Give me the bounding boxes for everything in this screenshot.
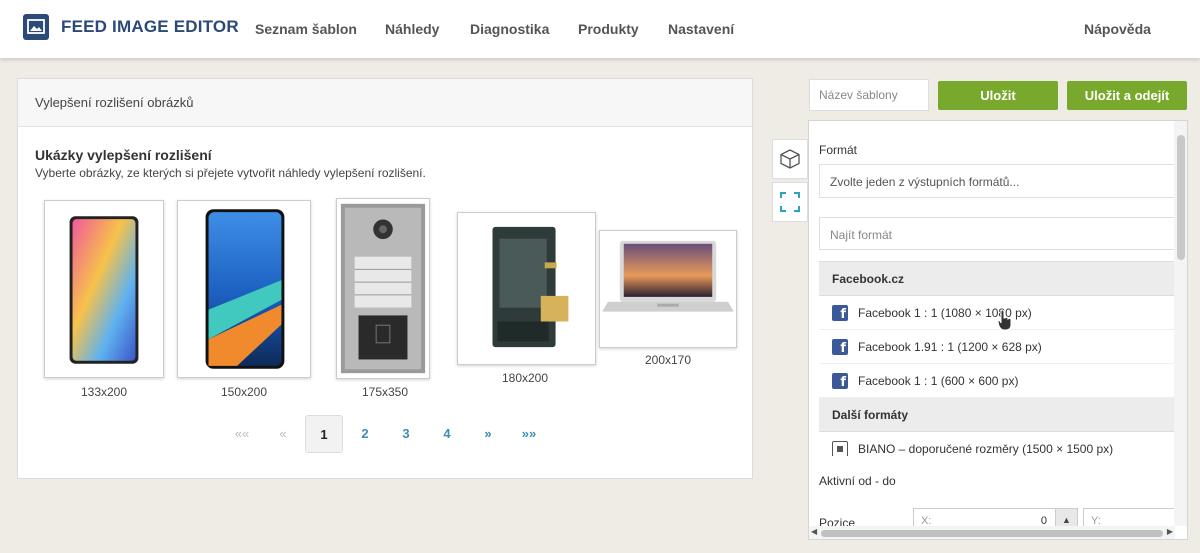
nav-previews[interactable]: Náhledy (385, 21, 439, 37)
section-description: Vyberte obrázky, ze kterých si přejete v… (35, 166, 426, 180)
facebook-icon: f (832, 338, 848, 356)
pager-last[interactable]: »» (510, 415, 548, 453)
template-name-input[interactable]: Název šablony (809, 79, 929, 111)
scrollbar-thumb[interactable] (1177, 135, 1185, 260)
thumbnail-size-label: 150x200 (220, 385, 268, 399)
format-group-other: Další formáty (819, 398, 1175, 432)
nav-help[interactable]: Nápověda (1084, 21, 1151, 37)
active-range-label: Aktivní od - do (819, 474, 896, 488)
section-title: Ukázky vylepšení rozlišení (35, 147, 212, 163)
nav-products[interactable]: Produkty (578, 21, 639, 37)
thumbnail-phone-blue[interactable] (177, 200, 311, 378)
upscale-card: Vylepšení rozlišení obrázků Ukázky vylep… (17, 78, 753, 479)
thumbnail-phone-gradient[interactable] (44, 200, 164, 378)
facebook-icon: f (832, 304, 848, 322)
pager-first[interactable]: «« (223, 415, 261, 453)
hand-cursor-icon (997, 309, 1013, 336)
pager-page-1[interactable]: 1 (305, 415, 343, 453)
thumbnail-size-label: 180x200 (501, 371, 549, 385)
vertical-scrollbar[interactable] (1174, 121, 1187, 526)
facebook-icon: f (832, 372, 848, 390)
pager-page-3[interactable]: 3 (387, 415, 425, 453)
pager-page-4[interactable]: 4 (428, 415, 466, 453)
save-exit-button[interactable]: Uložit a odejít (1067, 81, 1187, 110)
top-header: FEED IMAGE EDITOR Seznam šablon Náhledy … (0, 0, 1200, 58)
biano-icon (832, 440, 848, 456)
thumbnail-size-label: 175x350 (361, 385, 409, 399)
format-dropdown-list: Facebook.cz f Facebook 1 : 1 (1080 × 108… (819, 261, 1175, 456)
thumbnail-size-label: 200x170 (644, 353, 692, 367)
format-option-label: Facebook 1 : 1 (600 × 600 px) (858, 373, 1019, 388)
pager-page-2[interactable]: 2 (346, 415, 384, 453)
format-option[interactable]: f Facebook 1 : 1 (600 × 600 px) (819, 364, 1175, 398)
format-label: Formát (819, 143, 858, 157)
cube-icon[interactable] (772, 139, 808, 179)
card-title: Vylepšení rozlišení obrázků (18, 79, 752, 127)
format-option[interactable]: BIANO – doporučené rozměry (1500 × 1500 … (819, 432, 1175, 456)
save-button[interactable]: Uložit (938, 81, 1058, 110)
fullscreen-icon[interactable] (772, 182, 808, 222)
format-option-label: BIANO – doporučené rozměry (1500 × 1500 … (858, 441, 1114, 456)
thumbnail-intercom[interactable] (336, 198, 430, 379)
thumbnail-battery[interactable] (457, 212, 596, 365)
format-option-label: Facebook 1.91 : 1 (1200 × 628 px) (858, 339, 1042, 354)
format-group-facebook: Facebook.cz (819, 262, 1175, 296)
scrollbar-thumb[interactable] (821, 530, 1163, 537)
nav-templates[interactable]: Seznam šablon (255, 21, 357, 37)
format-search-input[interactable]: Najít formát (819, 217, 1175, 250)
pager-prev[interactable]: « (264, 415, 302, 453)
nav-settings[interactable]: Nastavení (668, 21, 734, 37)
thumbnail-laptop[interactable] (599, 230, 737, 348)
horizontal-scrollbar[interactable]: ◀ ▶ (809, 526, 1175, 539)
pager-next[interactable]: » (469, 415, 507, 453)
scroll-left-icon[interactable]: ◀ (811, 527, 817, 536)
logo-text[interactable]: FEED IMAGE EDITOR (61, 17, 239, 37)
scroll-right-icon[interactable]: ▶ (1167, 527, 1173, 536)
logo-image-icon (23, 14, 49, 40)
nav-diagnostics[interactable]: Diagnostika (470, 21, 549, 37)
thumbnail-size-label: 133x200 (80, 385, 128, 399)
format-select[interactable]: Zvolte jeden z výstupních formátů... (819, 164, 1175, 198)
